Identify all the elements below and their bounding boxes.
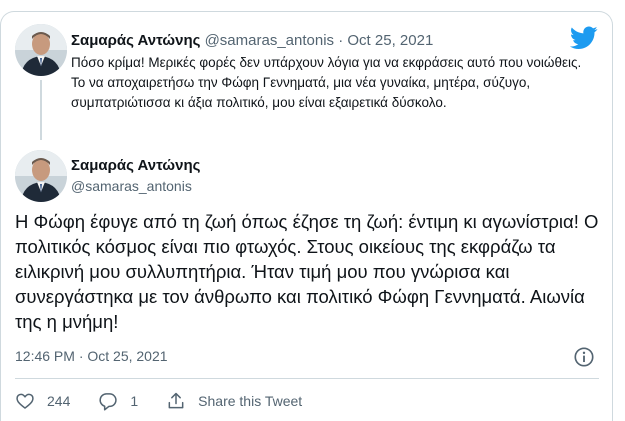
reply-count: 1 [130, 393, 139, 409]
author-handle[interactable]: @samaras_antonis [71, 178, 192, 194]
parent-tweet-text: Πόσο κρίμα! Μερικές φορές δεν υπάρχουν λ… [71, 55, 582, 110]
twitter-bird-icon[interactable] [570, 26, 598, 50]
tweet-timestamp[interactable]: 12:46 PM · Oct 25, 2021 [15, 348, 168, 364]
main-tweet-text: Η Φώφη έφυγε από τη ζωή όπως έζησε τη ζω… [15, 211, 599, 332]
like-count: 244 [47, 393, 71, 409]
author-name[interactable]: Σαμαράς Αντώνης [71, 157, 200, 174]
like-button[interactable]: 244 [15, 391, 70, 411]
parent-tweet-header: Σαμαράς Αντώνης @samaras_antonis · Oct 2… [71, 32, 433, 49]
reply-icon [99, 393, 118, 411]
author-handle[interactable]: @samaras_antonis [205, 32, 334, 49]
info-icon[interactable] [573, 346, 595, 368]
thread-connector-line [40, 80, 42, 140]
reply-button[interactable]: 1 [98, 391, 138, 411]
avatar[interactable] [15, 24, 67, 76]
share-label: Share this Tweet [198, 393, 303, 409]
author-name[interactable]: Σαμαράς Αντώνης [71, 32, 200, 49]
tweet-date[interactable]: Oct 25, 2021 [347, 32, 433, 49]
avatar[interactable] [15, 150, 67, 202]
share-button[interactable]: Share this Tweet [166, 391, 302, 411]
separator-dot: · [338, 32, 344, 49]
divider [15, 378, 599, 379]
share-icon [168, 392, 184, 409]
heart-icon [16, 393, 34, 409]
tweet-actions: 244 1 Share this Tweet [15, 389, 302, 413]
